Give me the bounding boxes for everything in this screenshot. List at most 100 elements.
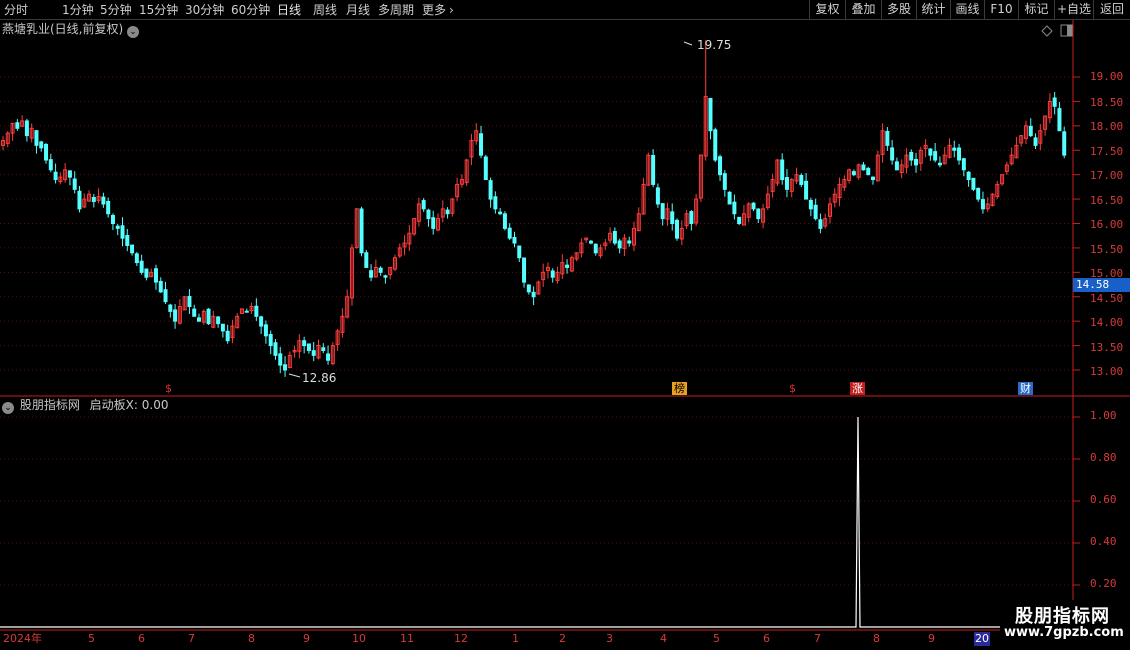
candle-body bbox=[722, 173, 727, 190]
panel-toggle-icon[interactable] bbox=[1060, 24, 1073, 37]
candle-body bbox=[593, 243, 598, 254]
period-tab-daily[interactable]: 日线 bbox=[277, 2, 301, 18]
candle-body bbox=[426, 209, 431, 220]
candle-body bbox=[24, 120, 29, 137]
indicator-title-bar: ⌄ 股朋指标网 启动板X: 0.00 bbox=[2, 397, 168, 414]
period-tab-monthly[interactable]: 月线 bbox=[346, 2, 370, 18]
period-tab-weekly[interactable]: 周线 bbox=[313, 2, 337, 18]
time-tick: 10 bbox=[352, 632, 366, 645]
time-tick: 9 bbox=[303, 632, 310, 645]
candle-body bbox=[77, 190, 82, 210]
candle-body bbox=[531, 291, 536, 298]
candle-body bbox=[885, 130, 890, 146]
main-chart-title-bar: 燕塘乳业(日线,前复权) ⌄ bbox=[2, 21, 140, 38]
candle-body bbox=[1033, 137, 1038, 146]
event-tag-limit-up[interactable]: 涨 bbox=[850, 382, 865, 395]
candle-body bbox=[670, 211, 675, 224]
candle-body bbox=[263, 324, 268, 337]
candle-body bbox=[306, 343, 311, 351]
max-price-label: 19.75 bbox=[697, 38, 732, 52]
candle-body bbox=[106, 200, 111, 215]
time-tick: 12 bbox=[454, 632, 468, 645]
candle-body bbox=[784, 177, 789, 190]
chevron-down-icon[interactable]: ⌄ bbox=[2, 402, 14, 414]
candle-body bbox=[818, 219, 823, 229]
period-tab-30min[interactable]: 30分钟 bbox=[185, 2, 224, 18]
price-tick: 16.50 bbox=[1090, 194, 1124, 207]
multi-stock-button[interactable]: 多股 bbox=[881, 0, 916, 20]
candle-body bbox=[732, 201, 737, 215]
event-tag-finance[interactable]: 财 bbox=[1018, 382, 1033, 395]
add-watchlist-button[interactable]: +自选 bbox=[1054, 0, 1093, 20]
price-tick: 13.50 bbox=[1090, 341, 1124, 354]
indicator-grid bbox=[0, 416, 1080, 586]
main-grid bbox=[0, 76, 1080, 371]
candle-body bbox=[612, 231, 617, 244]
price-tick: 18.50 bbox=[1090, 96, 1124, 109]
candle-body bbox=[48, 159, 53, 171]
candle-body bbox=[72, 178, 77, 190]
draw-line-button[interactable]: 画线 bbox=[950, 0, 984, 20]
candle-body bbox=[890, 147, 895, 161]
time-tick: 8 bbox=[248, 632, 255, 645]
candle-body bbox=[120, 225, 125, 239]
period-tab-5min[interactable]: 5分钟 bbox=[100, 2, 132, 18]
candle-body bbox=[206, 308, 211, 325]
event-tag-ranking[interactable]: 榜 bbox=[672, 382, 687, 395]
period-tab-1min[interactable]: 1分钟 bbox=[62, 2, 94, 18]
candle-body bbox=[125, 235, 130, 246]
candle-body bbox=[254, 305, 259, 317]
candle-body bbox=[675, 219, 680, 239]
candle-body bbox=[378, 267, 383, 273]
candle-body bbox=[483, 156, 488, 181]
candle-body bbox=[517, 245, 522, 259]
period-tab-60min[interactable]: 60分钟 bbox=[231, 2, 270, 18]
back-button[interactable]: 返回 bbox=[1093, 0, 1130, 20]
period-tab-multi[interactable]: 多周期 bbox=[378, 2, 414, 18]
diamond-icon[interactable] bbox=[1041, 25, 1053, 37]
candle-body bbox=[359, 208, 364, 254]
overlay-button[interactable]: 叠加 bbox=[845, 0, 881, 20]
price-tick: 17.50 bbox=[1090, 145, 1124, 158]
candle-body bbox=[110, 214, 115, 225]
candle-body bbox=[168, 304, 173, 312]
candle-body bbox=[153, 268, 158, 283]
period-tab-timeshare[interactable]: 分时 bbox=[4, 2, 28, 18]
time-tick: 5 bbox=[713, 632, 720, 645]
candle-body bbox=[980, 199, 985, 210]
current-price-badge: 14.58 bbox=[1073, 278, 1130, 292]
candle-body bbox=[957, 147, 962, 161]
kline-chart[interactable] bbox=[0, 20, 1130, 650]
f10-button[interactable]: F10 bbox=[984, 0, 1018, 20]
event-tag-dollar[interactable]: $ bbox=[163, 382, 174, 395]
candle-body bbox=[861, 164, 866, 171]
candle-body bbox=[871, 176, 876, 181]
candle-body bbox=[512, 237, 517, 244]
adjust-button[interactable]: 复权 bbox=[809, 0, 845, 20]
candle-body bbox=[718, 156, 723, 176]
period-tab-15min[interactable]: 15分钟 bbox=[139, 2, 178, 18]
candle-body bbox=[1057, 108, 1062, 132]
chevron-down-icon[interactable]: ⌄ bbox=[127, 26, 140, 38]
indicator-tick: 0.20 bbox=[1090, 577, 1117, 590]
candle-body bbox=[713, 129, 718, 161]
price-tick: 19.00 bbox=[1090, 70, 1124, 83]
candle-body bbox=[737, 216, 742, 224]
time-tick: 7 bbox=[814, 632, 821, 645]
indicator-lines bbox=[0, 416, 1073, 628]
candle-body bbox=[187, 295, 192, 308]
chevron-right-icon: › bbox=[449, 3, 454, 17]
candle-body bbox=[550, 270, 555, 278]
price-tick: 18.00 bbox=[1090, 120, 1124, 133]
period-tab-more[interactable]: 更多 › bbox=[422, 2, 454, 18]
candle-body bbox=[369, 270, 374, 278]
watermark-url: www.7gpzb.com bbox=[1004, 625, 1124, 640]
candle-body bbox=[493, 196, 498, 210]
time-tick: 5 bbox=[88, 632, 95, 645]
statistics-button[interactable]: 统计 bbox=[916, 0, 950, 20]
mark-button[interactable]: 标记 bbox=[1018, 0, 1054, 20]
candle-body bbox=[1028, 125, 1033, 137]
event-tag-dollar[interactable]: $ bbox=[787, 382, 798, 395]
candle-body bbox=[655, 187, 660, 205]
candle-body bbox=[311, 350, 316, 356]
